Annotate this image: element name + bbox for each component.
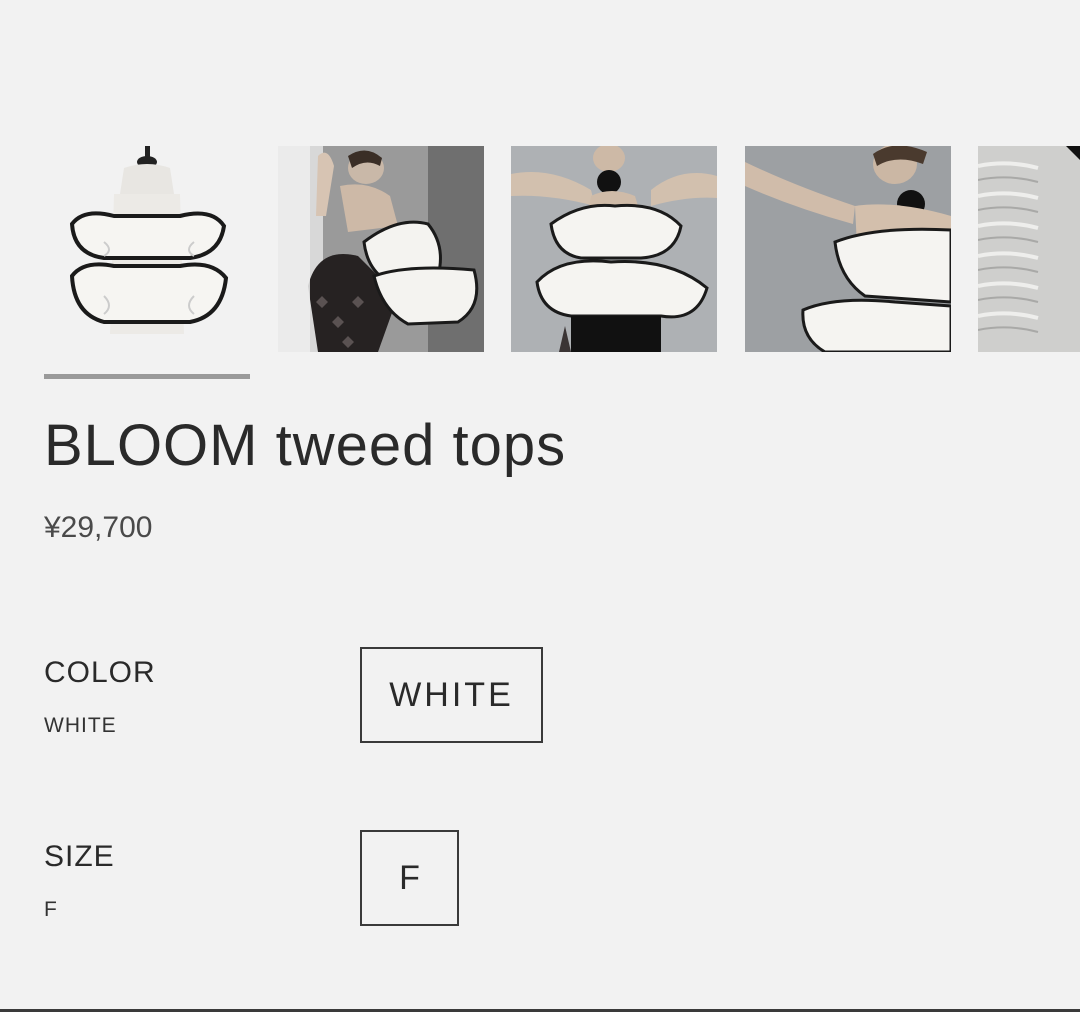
thumbnail-5[interactable] xyxy=(978,146,1080,352)
image-gallery[interactable] xyxy=(44,146,1080,352)
gallery-active-indicator xyxy=(44,374,250,379)
thumbnail-1[interactable] xyxy=(44,146,250,352)
color-option-white[interactable]: WHITE xyxy=(360,647,543,743)
model-photo-image xyxy=(745,146,951,352)
product-price: ¥29,700 xyxy=(44,511,153,544)
color-selected-value: WHITE xyxy=(44,714,117,737)
size-option-f[interactable]: F xyxy=(360,830,459,926)
size-selected-value: F xyxy=(44,898,58,921)
thumbnail-2[interactable] xyxy=(278,146,484,352)
size-label: SIZE xyxy=(44,840,115,873)
fabric-closeup-image xyxy=(978,146,1080,352)
thumbnail-3[interactable] xyxy=(511,146,717,352)
model-photo-image xyxy=(278,146,484,352)
product-title: BLOOM tweed tops xyxy=(44,413,567,478)
product-page: BLOOM tweed tops ¥29,700 COLOR WHITE WHI… xyxy=(0,0,1080,1012)
model-photo-image xyxy=(511,146,717,352)
thumbnail-4[interactable] xyxy=(745,146,951,352)
color-label: COLOR xyxy=(44,656,156,689)
product-mannequin-image xyxy=(44,146,250,352)
